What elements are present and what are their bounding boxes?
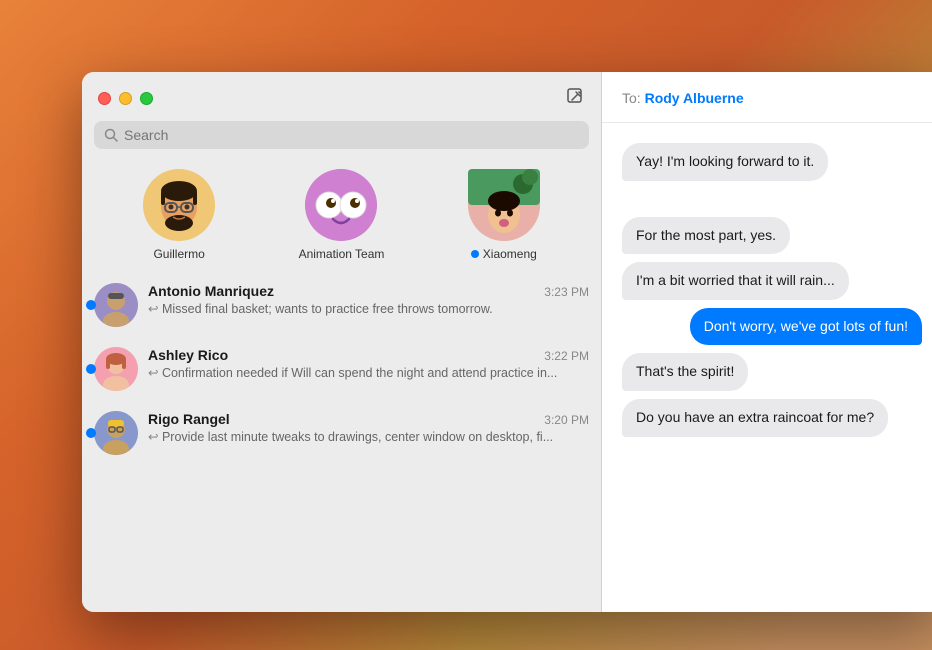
antonio-preview: ↩ Missed final basket; wants to practice… [148,301,589,319]
rigo-time: 3:20 PM [544,413,589,427]
xiaomeng-avatar [468,169,540,241]
antonio-time: 3:23 PM [544,285,589,299]
chat-messages: Yay! I'm looking forward to it. For the … [602,123,932,612]
bubble-3: I'm a bit worried that it will rain... [622,262,849,300]
messages-window: Guillermo [82,72,932,612]
rigo-content: Rigo Rangel 3:20 PM ↩ Provide last minut… [148,411,589,447]
message-list: Antonio Manriquez 3:23 PM ↩ Missed final… [82,273,601,612]
titlebar [82,72,601,121]
message-row-rigo[interactable]: Rigo Rangel 3:20 PM ↩ Provide last minut… [82,401,601,465]
search-bar[interactable] [94,121,589,149]
pinned-contacts: Guillermo [82,161,601,273]
ashley-preview: ↩ Confirmation needed if Will can spend … [148,365,589,383]
to-label: To: [622,90,641,106]
search-input[interactable] [124,127,579,143]
pinned-guillermo[interactable]: Guillermo [129,169,229,261]
bubble-1: Yay! I'm looking forward to it. [622,143,828,181]
animation-team-label: Animation Team [299,247,385,261]
bubble-2: For the most part, yes. [622,217,790,255]
animation-team-svg [305,169,377,241]
guillermo-avatar-svg [143,169,215,241]
ashley-content: Ashley Rico 3:22 PM ↩ Confirmation neede… [148,347,589,383]
reply-icon-antonio: ↩ [148,302,162,316]
rigo-preview: ↩ Provide last minute tweaks to drawings… [148,429,589,447]
unread-dot-ashley [86,364,96,374]
window-controls [98,92,153,105]
rigo-avatar-svg [94,411,138,455]
animation-team-avatar [305,169,377,241]
ashley-time: 3:22 PM [544,349,589,363]
bubble-5: That's the spirit! [622,353,748,391]
search-icon [104,128,118,142]
xiaomeng-label: Xiaomeng [471,247,537,261]
sidebar: Guillermo [82,72,602,612]
antonio-header: Antonio Manriquez 3:23 PM [148,283,589,299]
chat-header: To: Rody Albuerne [602,72,932,123]
to-line: To: Rody Albuerne [622,90,922,106]
rigo-header: Rigo Rangel 3:20 PM [148,411,589,427]
spacer-1 [622,189,922,209]
recipient-name: Rody Albuerne [645,90,744,106]
ashley-name: Ashley Rico [148,347,228,363]
ashley-header: Ashley Rico 3:22 PM [148,347,589,363]
unread-dot-antonio [86,300,96,310]
xiaomeng-svg [468,169,540,241]
guillermo-label: Guillermo [153,247,204,261]
rigo-name: Rigo Rangel [148,411,230,427]
ashley-avatar-svg [94,347,138,391]
message-row-antonio[interactable]: Antonio Manriquez 3:23 PM ↩ Missed final… [82,273,601,337]
reply-icon-rigo: ↩ [148,430,162,444]
maximize-button[interactable] [140,92,153,105]
guillermo-avatar [143,169,215,241]
close-button[interactable] [98,92,111,105]
antonio-avatar [94,283,138,327]
compose-button[interactable] [565,86,585,111]
compose-icon [565,86,585,106]
rigo-avatar [94,411,138,455]
online-indicator [471,250,479,258]
antonio-content: Antonio Manriquez 3:23 PM ↩ Missed final… [148,283,589,319]
pinned-xiaomeng[interactable]: Xiaomeng [454,169,554,261]
minimize-button[interactable] [119,92,132,105]
chat-panel: To: Rody Albuerne Yay! I'm looking forwa… [602,72,932,612]
antonio-avatar-svg [94,283,138,327]
bubble-6: Do you have an extra raincoat for me? [622,399,888,437]
ashley-avatar [94,347,138,391]
pinned-animation-team[interactable]: Animation Team [291,169,391,261]
reply-icon-ashley: ↩ [148,366,162,380]
message-row-ashley[interactable]: Ashley Rico 3:22 PM ↩ Confirmation neede… [82,337,601,401]
bubble-4: Don't worry, we've got lots of fun! [690,308,922,346]
antonio-name: Antonio Manriquez [148,283,274,299]
unread-dot-rigo [86,428,96,438]
